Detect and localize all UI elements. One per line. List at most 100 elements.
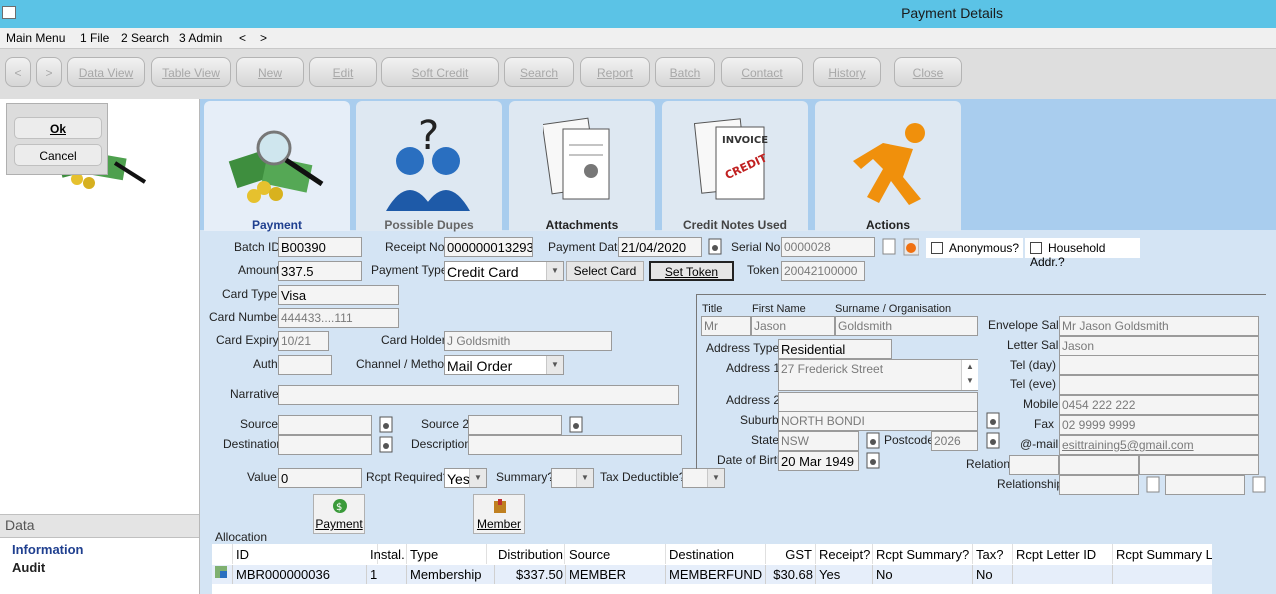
address-scrollbar[interactable]: ▲ ▼ <box>961 360 978 390</box>
lookup-icon[interactable] <box>568 416 584 434</box>
menu-file[interactable]: 1 File <box>80 31 109 45</box>
tab-payment[interactable]: Payment <box>204 101 350 232</box>
tel-day-field[interactable] <box>1059 355 1259 375</box>
report-button[interactable]: Report <box>580 57 650 87</box>
serial-no-field[interactable]: 0000028 <box>781 237 875 257</box>
rcpt-required-select[interactable]: Yes ▼ <box>444 468 487 488</box>
fax-field[interactable]: 02 9999 9999 <box>1059 415 1259 435</box>
tax-deductible-select[interactable]: ▼ <box>682 468 725 488</box>
close-button[interactable]: Close <box>894 57 962 87</box>
relation-field-1[interactable] <box>1009 455 1059 475</box>
tab-credit-notes-used[interactable]: INVOICE CREDIT Credit Notes Used <box>662 101 808 232</box>
relationship-field-1[interactable] <box>1059 475 1139 495</box>
auth-field[interactable] <box>278 355 332 375</box>
lookup-icon[interactable] <box>865 432 881 450</box>
chevron-down-icon[interactable]: ▼ <box>707 469 724 487</box>
ok-button[interactable]: Ok <box>14 117 102 139</box>
history-button[interactable]: History <box>813 57 881 87</box>
fire-icon[interactable] <box>903 238 919 256</box>
edit-button[interactable]: Edit <box>309 57 377 87</box>
table-view-button[interactable]: Table View <box>151 57 231 87</box>
nav-audit[interactable]: Audit <box>12 560 45 575</box>
address-type-field[interactable]: Residential <box>778 339 892 359</box>
relation-field-2[interactable] <box>1059 455 1139 475</box>
household-checkbox[interactable]: Household Addr.? <box>1025 238 1140 269</box>
document-icon[interactable] <box>881 238 897 256</box>
token-field[interactable]: 20042100000 <box>781 261 865 281</box>
postcode-field[interactable]: 2026 <box>931 431 978 451</box>
table-header-gst[interactable]: GST <box>766 544 816 564</box>
summary-select[interactable]: ▼ <box>551 468 594 488</box>
anonymous-checkbox[interactable]: Anonymous? <box>926 238 1023 258</box>
lookup-icon[interactable] <box>985 432 1001 450</box>
chevron-down-icon[interactable]: ▼ <box>546 262 563 280</box>
table-header-destination[interactable]: Destination <box>666 544 766 564</box>
title-field[interactable]: Mr <box>701 316 751 336</box>
member-action-button[interactable]: Member <box>473 494 525 534</box>
back-button[interactable]: < <box>5 57 31 87</box>
select-card-button[interactable]: Select Card <box>566 261 644 281</box>
envelope-sal-field[interactable]: Mr Jason Goldsmith <box>1059 316 1259 336</box>
tab-actions[interactable]: Actions <box>815 101 961 232</box>
set-token-button[interactable]: Set Token <box>649 261 734 281</box>
first-name-field[interactable]: Jason <box>751 316 835 336</box>
tab-possible-dupes[interactable]: ? Possible Dupes <box>356 101 502 232</box>
suburb-field[interactable]: NORTH BONDI <box>778 411 978 431</box>
tel-eve-field[interactable] <box>1059 375 1259 395</box>
anonymous-box[interactable] <box>931 242 943 254</box>
menu-main[interactable]: Main Menu <box>6 31 65 45</box>
payment-type-select[interactable]: Credit Card ▼ <box>444 261 564 281</box>
card-type-field[interactable]: Visa <box>278 285 399 305</box>
batch-id-field[interactable]: B00390 <box>278 237 362 257</box>
payment-action-button[interactable]: $ Payment <box>313 494 365 534</box>
table-header-type[interactable]: Type <box>407 544 487 564</box>
document-icon[interactable] <box>1145 476 1161 494</box>
card-number-field[interactable]: 444433....111 <box>278 308 399 328</box>
chevron-down-icon[interactable]: ▼ <box>546 356 563 374</box>
amount-field[interactable]: 337.5 <box>278 261 362 281</box>
table-header-distribution[interactable]: Distribution <box>495 544 565 564</box>
table-header-id[interactable]: ID <box>233 544 378 564</box>
calendar-icon[interactable] <box>865 452 881 470</box>
forward-button[interactable]: > <box>36 57 62 87</box>
surname-field[interactable]: Goldsmith <box>835 316 978 336</box>
contact-button[interactable]: Contact <box>721 57 803 87</box>
new-button[interactable]: New <box>236 57 304 87</box>
card-expiry-field[interactable]: 10/21 <box>278 331 329 351</box>
source2-field[interactable] <box>468 415 562 435</box>
address1-field[interactable]: 27 Frederick Street <box>778 359 978 391</box>
receipt-no-field[interactable]: 000000013293 <box>444 237 533 257</box>
tab-attachments[interactable]: Attachments <box>509 101 655 232</box>
lookup-icon[interactable] <box>378 436 394 454</box>
document-icon[interactable] <box>1251 476 1267 494</box>
mobile-field[interactable]: 0454 222 222 <box>1059 395 1259 415</box>
chevron-down-icon[interactable]: ▼ <box>469 469 486 487</box>
channel-select[interactable]: Mail Order ▼ <box>444 355 564 375</box>
letter-sal-field[interactable]: Jason <box>1059 336 1259 356</box>
menu-search[interactable]: 2 Search <box>121 31 169 45</box>
card-holder-field[interactable]: J Goldsmith <box>444 331 612 351</box>
menu-back[interactable]: < <box>239 31 246 45</box>
cancel-button[interactable]: Cancel <box>14 144 102 166</box>
destination-field[interactable] <box>278 435 372 455</box>
nav-information[interactable]: Information <box>12 542 84 557</box>
calendar-icon[interactable] <box>707 238 723 256</box>
soft-credit-button[interactable]: Soft Credit <box>381 57 499 87</box>
address2-field[interactable] <box>778 392 978 412</box>
data-view-button[interactable]: Data View <box>67 57 145 87</box>
email-field[interactable]: esittraining5@gmail.com <box>1059 435 1259 455</box>
search-button[interactable]: Search <box>504 57 574 87</box>
state-field[interactable]: NSW <box>778 431 859 451</box>
payment-date-field[interactable]: 21/04/2020 <box>618 237 702 257</box>
table-header-instal[interactable]: Instal. <box>367 544 407 564</box>
menu-forward[interactable]: > <box>260 31 267 45</box>
source-field[interactable] <box>278 415 372 435</box>
table-header-tax[interactable]: Tax? <box>973 544 1013 564</box>
description-field[interactable] <box>468 435 682 455</box>
lookup-icon[interactable] <box>378 416 394 434</box>
relation-field-3[interactable] <box>1139 455 1259 475</box>
menu-admin[interactable]: 3 Admin <box>179 31 222 45</box>
household-box[interactable] <box>1030 242 1042 254</box>
table-header-source[interactable]: Source <box>566 544 666 564</box>
table-header-rcpt-summary[interactable]: Rcpt Summary? <box>873 544 973 564</box>
